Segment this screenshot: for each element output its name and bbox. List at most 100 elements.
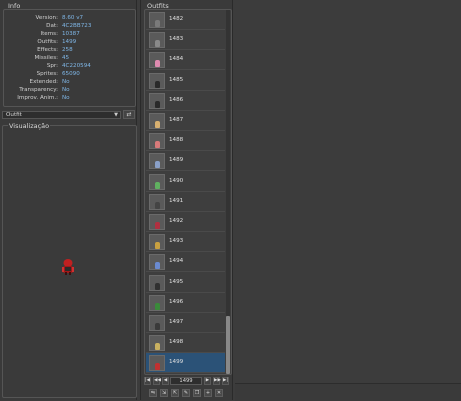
outfit-thumbnail xyxy=(149,254,165,271)
category-select[interactable]: Outfit ▼ xyxy=(2,111,121,119)
outfit-thumbnail xyxy=(149,274,165,291)
outfit-sprite xyxy=(155,222,160,229)
prev-page-icon[interactable]: ◀◀ xyxy=(153,377,161,385)
info-value: 10387 xyxy=(62,31,80,37)
next-icon[interactable]: ▶ xyxy=(204,377,211,385)
info-value: 8.60 v7 xyxy=(62,15,84,21)
workspace-area xyxy=(235,0,461,401)
outfit-sprite xyxy=(155,302,160,310)
list-item[interactable]: 1486 xyxy=(146,91,225,111)
outfit-sprite xyxy=(155,40,160,48)
outfit-id: 1492 xyxy=(169,218,184,224)
info-row: Spr: 4C220594 xyxy=(4,62,135,70)
outfit-sprite xyxy=(155,262,160,270)
next-page-icon[interactable]: ▶▶ xyxy=(213,377,221,385)
outfit-thumbnail xyxy=(149,72,165,89)
list-item[interactable]: 1496 xyxy=(146,293,225,313)
info-row: Outfits: 1499 xyxy=(4,38,135,46)
first-icon[interactable]: |◀ xyxy=(144,377,151,385)
edit-icon[interactable]: ✎ xyxy=(182,389,190,397)
info-row: Items: 10387 xyxy=(4,30,135,38)
outfit-thumbnail xyxy=(149,315,165,331)
list-item[interactable]: 1485 xyxy=(146,71,225,91)
list-item[interactable]: 1490 xyxy=(146,172,225,192)
outfit-id: 1485 xyxy=(169,76,184,83)
info-key: Sprites: xyxy=(36,71,58,77)
outfit-id: 1489 xyxy=(169,157,184,164)
list-item[interactable]: 1498 xyxy=(146,333,225,354)
outfit-id: 1490 xyxy=(169,177,184,184)
export-icon[interactable]: ⇱ xyxy=(171,389,179,397)
outfit-id: 1488 xyxy=(169,137,184,144)
outfit-preview xyxy=(62,259,74,275)
outfit-thumbnail xyxy=(149,214,165,230)
outfit-id: 1491 xyxy=(169,197,184,204)
outfit-id: 1495 xyxy=(169,278,184,285)
prev-icon[interactable]: ◀ xyxy=(162,377,169,385)
import-icon[interactable]: ⇲ xyxy=(160,389,168,397)
info-row: Transparency: No xyxy=(4,86,135,94)
outfit-sprite xyxy=(155,161,160,169)
list-item[interactable]: 1487 xyxy=(146,111,225,131)
info-value: 65090 xyxy=(62,71,80,77)
delete-icon[interactable]: ✕ xyxy=(215,389,223,397)
list-item[interactable]: 1493 xyxy=(146,232,225,253)
left-panel: Info Version: 8.60 v7 Dat: 4C2BB723 Items: 10… xyxy=(0,0,137,400)
outfit-sprite xyxy=(155,343,160,351)
info-key: Dat: xyxy=(46,23,58,29)
last-icon[interactable]: ▶| xyxy=(222,377,229,385)
outfit-thumbnail xyxy=(149,153,165,170)
list-item[interactable]: 1484 xyxy=(146,50,225,71)
outfit-thumbnail xyxy=(149,133,165,150)
duplicate-icon[interactable]: ❐ xyxy=(193,389,201,397)
status-strip xyxy=(235,383,461,401)
list-item[interactable]: 1492 xyxy=(146,212,225,232)
outfit-id: 1484 xyxy=(169,56,184,63)
list-item[interactable]: 1499 xyxy=(146,353,225,374)
outfit-sprite xyxy=(155,80,160,88)
outfit-thumbnail xyxy=(149,92,165,109)
swap-icon[interactable]: ⇄ xyxy=(123,110,135,119)
info-row: Extended: No xyxy=(4,78,135,86)
outfit-id: 1483 xyxy=(169,36,184,43)
replace-icon[interactable]: ⇋ xyxy=(149,389,157,397)
list-item[interactable]: 1489 xyxy=(146,151,225,172)
outfit-sprite xyxy=(155,60,160,68)
outfit-id: 1482 xyxy=(169,16,184,22)
outfit-id: 1499 xyxy=(169,359,184,366)
info-key: Outfits: xyxy=(37,39,58,45)
info-group: Version: 8.60 v7 Dat: 4C2BB723 Items: 10387 Ou… xyxy=(3,9,136,107)
info-key: Effects: xyxy=(37,47,58,53)
list-item[interactable]: 1497 xyxy=(146,313,225,333)
outfits-panel: Outfits 1482 1483 1484 1485 1486 1487 1488 1489… xyxy=(140,0,233,400)
outfit-sprite xyxy=(155,100,160,108)
new-icon[interactable]: + xyxy=(204,389,212,397)
category-select-value: Outfit xyxy=(6,112,22,118)
outfits-list[interactable]: 1482 1483 1484 1485 1486 1487 1488 1489 1490 1491… xyxy=(144,9,232,375)
page-input[interactable]: 1499 xyxy=(170,377,202,385)
scrollbar-thumb[interactable] xyxy=(226,316,230,374)
list-item[interactable]: 1483 xyxy=(146,30,225,51)
info-key: Improv. Anim.: xyxy=(17,95,58,101)
list-item[interactable]: 1488 xyxy=(146,131,225,152)
info-row: Sprites: 65090 xyxy=(4,70,135,78)
outfit-toolbar: ⇋ ⇲ ⇱ ✎ ❐ + ✕ xyxy=(149,389,229,397)
info-value: 4C2BB723 xyxy=(62,23,92,29)
outfit-thumbnail xyxy=(149,234,165,251)
list-item[interactable]: 1494 xyxy=(146,252,225,273)
outfit-sprite xyxy=(155,282,160,290)
outfit-thumbnail xyxy=(149,355,165,372)
outfit-sprite xyxy=(155,141,160,149)
info-key: Missiles: xyxy=(34,55,58,61)
list-item[interactable]: 1495 xyxy=(146,273,225,293)
pagination: |◀ ◀◀ ◀ 1499 ▶ ▶▶ ▶| xyxy=(144,377,230,386)
list-item[interactable]: 1482 xyxy=(146,10,225,30)
outfit-thumbnail xyxy=(149,294,165,311)
outfit-thumbnail xyxy=(149,113,165,129)
list-item[interactable]: 1491 xyxy=(146,192,225,212)
list-scrollbar[interactable] xyxy=(226,10,230,374)
info-value: 258 xyxy=(62,47,73,53)
info-value: No xyxy=(62,87,70,93)
outfit-id: 1487 xyxy=(169,117,184,123)
info-value: No xyxy=(62,79,70,85)
